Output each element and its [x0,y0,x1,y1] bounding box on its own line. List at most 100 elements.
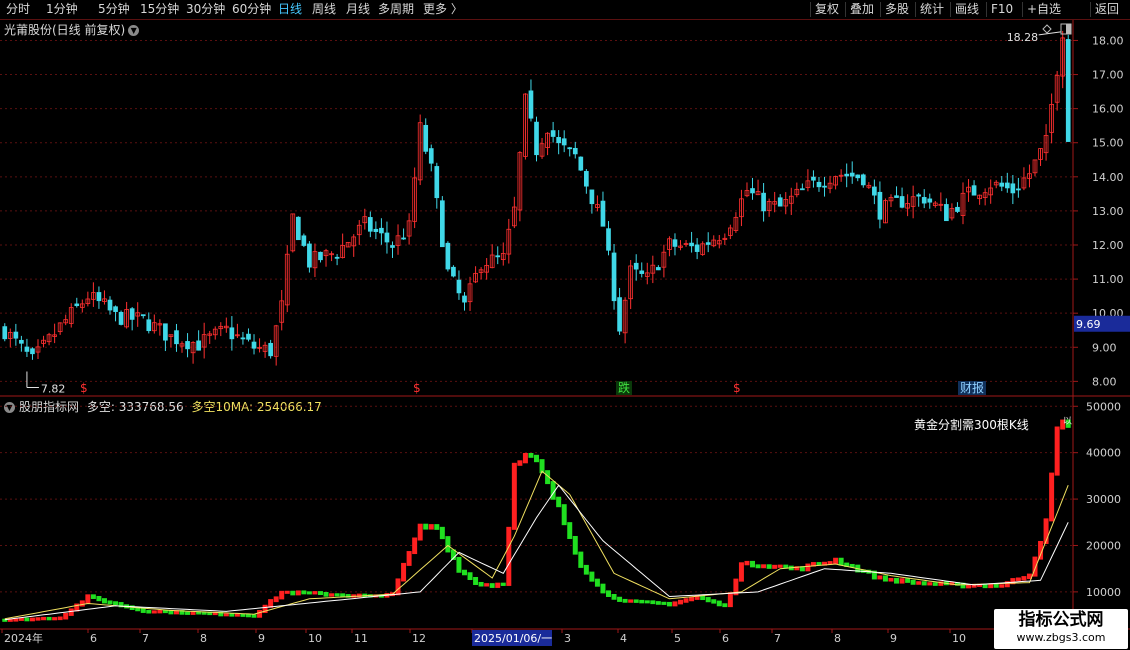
indicator-bar [572,535,578,555]
candle-body [445,242,451,270]
indicator-bar [317,591,323,595]
candle-body [246,333,251,340]
candle-body [584,171,589,187]
chart-frame [0,20,1130,630]
indicator-bar [223,613,229,617]
indicator-bar [888,577,894,582]
price-tick-label: 9.00 [1092,341,1117,354]
indicator-bar [401,562,407,582]
candle-body [705,242,711,245]
indicator-bar [650,600,656,605]
indicator-bar [772,564,778,569]
time-tick-label: 8 [834,632,841,645]
indicator-bar [234,613,240,617]
indicator-bar [251,614,257,618]
candle-body [860,174,866,186]
indicator-bar [68,608,74,616]
indicator-bar [561,504,567,526]
indicator-bar [966,584,972,589]
candle-body [24,346,30,352]
indicator-bar [85,594,91,604]
indicator-bar [312,591,318,595]
candle-body [434,166,440,199]
watermark-url: www.zbgs3.com [1016,631,1106,644]
time-tick-label: 4 [620,632,627,645]
candle-body [19,339,24,344]
indicator-bar [899,578,905,584]
candle-body [550,130,556,137]
indicator-bar [462,569,467,576]
indicator-bar [52,617,58,621]
low-price-label: 7.82 [41,383,65,396]
time-tick-label: 6 [90,632,97,645]
time-tick-label: 2025/01/06/一 [474,632,552,645]
candle-body [761,192,766,212]
indicator-bar [279,590,285,600]
chart-canvas[interactable]: 18.00 17.00 16.00 15.00 14.00 13.00 12.00 11.00… [0,0,1130,650]
indicator-bar [46,616,52,621]
indicator-bar [556,496,562,508]
candle-body [777,197,783,207]
candle-body [129,308,135,320]
candle-body [921,197,927,204]
indicator-bar [910,579,916,585]
event-marker-red: $ [413,381,421,395]
price-tick-label: 13.00 [1092,205,1124,218]
indicator-bar [1054,426,1060,476]
time-axis: 2024年 6 7 8 9 10 11 12 2025/01/06/一 3 4 5 6 7 8 9 10 [1,629,966,646]
indicator-bar [395,578,401,596]
candle-body [423,124,429,152]
indicator-bar [993,583,999,588]
indicator-bar [882,575,888,582]
indicator-bar [766,564,772,569]
indicator-bar [439,526,445,540]
indicator-bar [96,595,102,602]
candlestick-series [2,30,1071,366]
high-price-label: 18.28 [1007,31,1038,44]
price-tick-label: 16.00 [1092,103,1124,116]
candle-body [196,340,201,351]
indicator-axis: 50000 40000 30000 20000 10000 [1073,400,1121,599]
candle-body [1016,188,1021,191]
candle-body [401,237,406,240]
indicator-bar [500,582,506,586]
candle-body [451,266,456,277]
indicator-bar [473,576,479,585]
indicator-bar [101,598,107,604]
indicator-bar [744,560,750,566]
candle-body [528,90,534,119]
candle-body [606,228,611,251]
candle-body [118,311,124,325]
indicator-bar [894,577,900,584]
candle-body [589,189,595,205]
candle-body [240,337,246,340]
event-markers: $ $ 跌 $ 财报 [80,380,986,395]
indicator-bar [644,600,650,604]
candle-body [307,243,312,268]
candle-body [13,331,19,339]
candle-body [800,188,805,191]
price-tick-label: 11.00 [1092,273,1124,286]
indicator-bar [151,610,157,614]
indicator-bar [716,600,722,607]
indicator-bar [617,596,623,602]
diamond-icon [1042,24,1052,34]
indicator-bar [41,616,47,621]
candle-body [872,186,877,196]
indicator-bar [750,560,756,568]
indicator-bar [478,581,484,587]
indicator-bar [916,581,922,585]
price-tick-label: 8.00 [1092,375,1117,388]
indicator-bar [428,524,434,530]
indicator-end-mark: 以 [1063,417,1072,427]
indicator-bar [445,536,451,553]
indicator-bar [329,593,335,597]
indicator-bar [655,601,661,605]
indicator-note: 黄金分割需300根K线 [914,417,1029,432]
candle-body [694,244,700,252]
candle-body [163,323,168,341]
candle-body [2,326,8,340]
candle-body [572,147,578,155]
indicator-bar [534,454,539,463]
indicator-bar [805,563,811,572]
